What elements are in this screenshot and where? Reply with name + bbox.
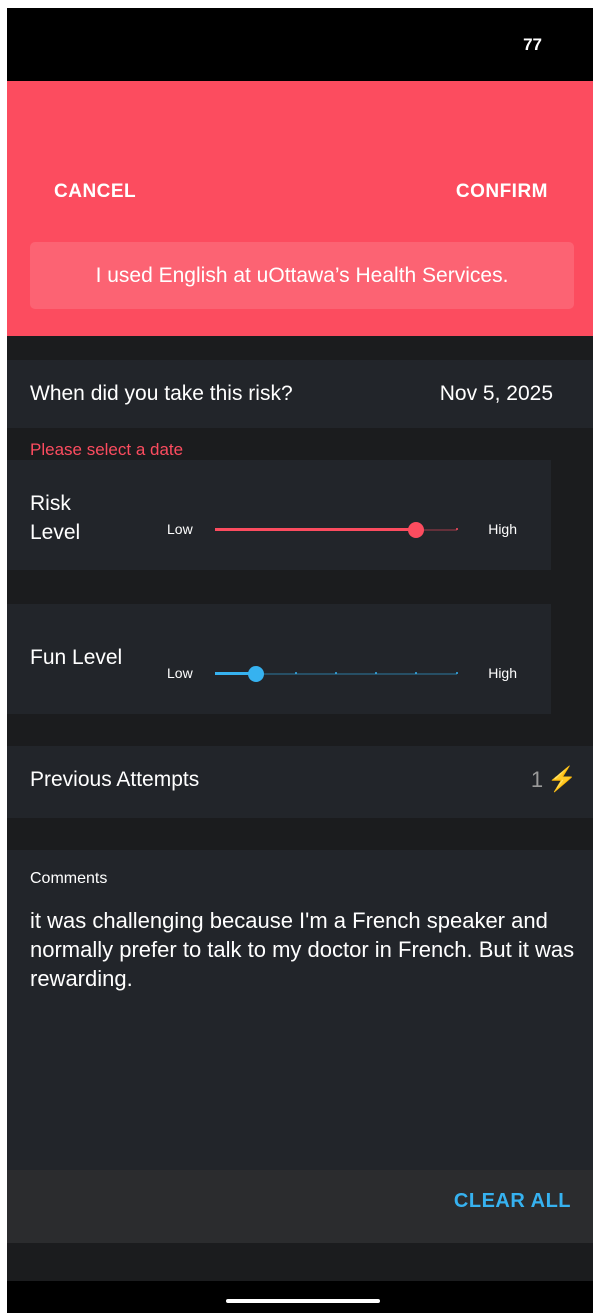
- comments-input[interactable]: it was challenging because I'm a French …: [30, 906, 575, 993]
- risk-slider-fill: [215, 528, 416, 531]
- risk-low-label: Low: [167, 521, 193, 537]
- footer-bar: CLEAR ALL: [7, 1170, 593, 1243]
- lightning-icon: ⚡: [547, 766, 577, 793]
- date-label: When did you take this risk?: [30, 382, 293, 405]
- risk-level-card: Risk Level Low High: [7, 460, 551, 570]
- risk-label-line-1: Risk: [30, 492, 71, 515]
- date-row[interactable]: When did you take this risk? Nov 5, 2025: [7, 360, 593, 428]
- risk-label-line-2: Level: [30, 521, 81, 544]
- date-value[interactable]: Nov 5, 2025: [440, 382, 553, 406]
- phone-screen: 77 CANCEL CONFIRM I used English at uOtt…: [7, 8, 593, 1313]
- fun-low-label: Low: [167, 665, 193, 681]
- previous-attempts-label: Previous Attempts: [30, 768, 200, 791]
- header: CANCEL CONFIRM I used English at uOttawa…: [7, 81, 593, 336]
- fun-high-label: High: [488, 665, 517, 681]
- fun-level-label: Fun Level: [30, 646, 123, 669]
- risk-high-label: High: [488, 521, 517, 537]
- risk-title-field[interactable]: I used English at uOttawa’s Health Servi…: [30, 242, 574, 309]
- fun-level-card: Fun Level Low High: [7, 604, 551, 714]
- fun-slider-step-dot: [456, 672, 458, 674]
- previous-attempts-count-group: 1 ⚡: [531, 765, 577, 794]
- fun-slider-step-dot: [295, 672, 297, 674]
- comments-card[interactable]: Comments it was challenging because I'm …: [7, 850, 593, 1170]
- fun-slider-thumb[interactable]: [248, 666, 265, 682]
- risk-slider-thumb[interactable]: [407, 522, 424, 538]
- confirm-button[interactable]: CONFIRM: [456, 181, 548, 203]
- clear-all-button[interactable]: CLEAR ALL: [454, 1190, 571, 1213]
- status-bar: 77: [7, 8, 593, 81]
- home-indicator[interactable]: [226, 1299, 380, 1303]
- fun-slider-step-dot: [415, 672, 417, 674]
- risk-slider-end-dot: [456, 528, 458, 530]
- cancel-button[interactable]: CANCEL: [54, 181, 136, 203]
- previous-attempts-row[interactable]: Previous Attempts 1 ⚡: [7, 746, 593, 818]
- risk-title: I used English at uOttawa’s Health Servi…: [95, 263, 509, 287]
- risk-level-slider[interactable]: Low High: [167, 515, 517, 545]
- previous-attempts-count: 1: [530, 767, 544, 792]
- comments-label: Comments: [30, 870, 108, 887]
- status-value: 77: [523, 35, 542, 54]
- fun-level-slider[interactable]: Low High: [167, 659, 517, 689]
- date-error-message: Please select a date: [30, 440, 184, 459]
- risk-level-label: Risk Level: [30, 489, 80, 547]
- fun-slider-step-dot: [335, 672, 337, 674]
- navigation-bar: [7, 1281, 593, 1313]
- fun-slider-step-dot: [375, 672, 377, 674]
